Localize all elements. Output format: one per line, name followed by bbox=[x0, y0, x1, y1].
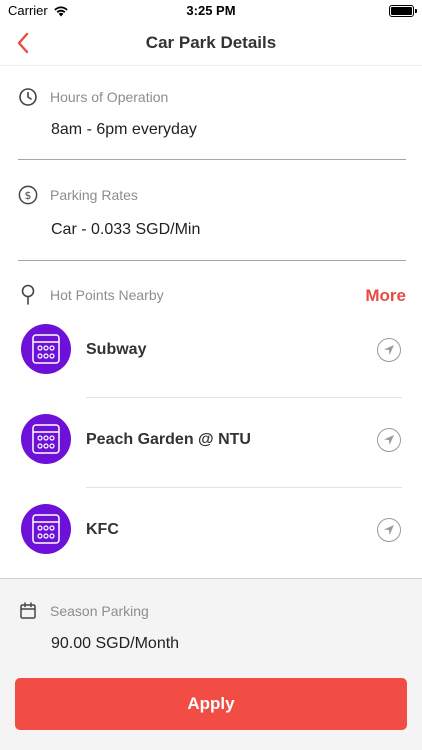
grid-icon bbox=[21, 324, 71, 374]
calendar-icon bbox=[18, 601, 38, 621]
season-value: 90.00 SGD/Month bbox=[51, 635, 180, 652]
svg-text:$: $ bbox=[25, 189, 32, 202]
poi-name: Subway bbox=[86, 341, 147, 358]
rates-header: $ Parking Rates bbox=[18, 185, 138, 205]
season-label: Season Parking bbox=[50, 603, 149, 619]
hours-value: 8am - 6pm everyday bbox=[51, 121, 197, 138]
clock-icon bbox=[18, 87, 38, 107]
page-title: Car Park Details bbox=[145, 33, 277, 52]
more-link[interactable]: More bbox=[365, 286, 406, 306]
status-time: 3:25 PM bbox=[186, 3, 236, 18]
navigate-icon[interactable] bbox=[377, 428, 401, 452]
grid-icon bbox=[21, 504, 71, 554]
rates-label: Parking Rates bbox=[50, 187, 138, 203]
pin-icon bbox=[18, 284, 38, 305]
hot-points-label: Hot Points Nearby bbox=[50, 287, 164, 303]
divider bbox=[18, 159, 406, 160]
list-item[interactable]: KFC bbox=[0, 487, 422, 577]
dollar-icon: $ bbox=[18, 185, 38, 205]
navigate-icon[interactable] bbox=[377, 338, 401, 362]
apply-button[interactable]: Apply bbox=[15, 678, 407, 730]
hours-label: Hours of Operation bbox=[50, 89, 169, 105]
rates-value: Car - 0.033 SGD/Min bbox=[51, 221, 201, 238]
hot-points-header: Hot Points Nearby bbox=[18, 284, 164, 305]
poi-name: KFC bbox=[86, 521, 119, 538]
nav-bar: Car Park Details bbox=[0, 22, 422, 66]
list-item[interactable]: Subway bbox=[0, 307, 422, 397]
status-bar: Carrier 3:25 PM bbox=[0, 0, 422, 22]
grid-icon bbox=[21, 414, 71, 464]
navigate-icon[interactable] bbox=[377, 518, 401, 542]
divider bbox=[18, 260, 406, 261]
poi-name: Peach Garden @ NTU bbox=[86, 431, 251, 448]
list-item[interactable]: Peach Garden @ NTU bbox=[0, 397, 422, 487]
battery-icon bbox=[389, 5, 417, 17]
hours-header: Hours of Operation bbox=[18, 87, 168, 107]
season-header: Season Parking bbox=[18, 601, 149, 621]
